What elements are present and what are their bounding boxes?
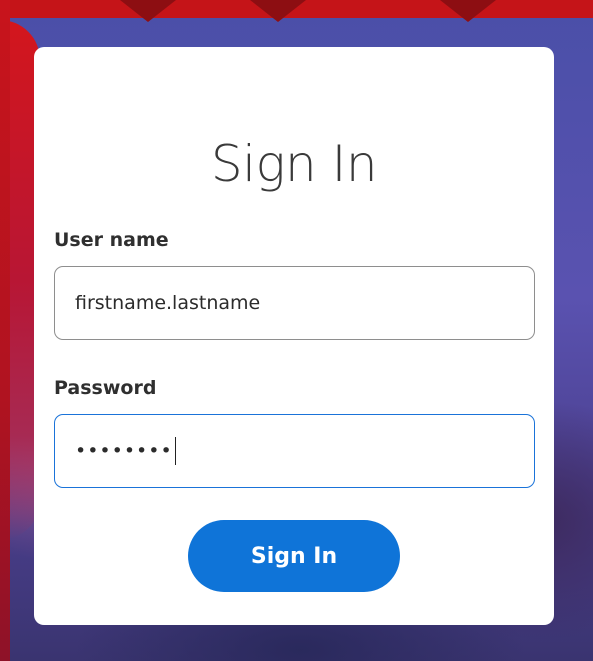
background-red-edge-left bbox=[0, 0, 10, 661]
background-red-notch bbox=[250, 0, 306, 22]
background-red-notch bbox=[120, 0, 176, 22]
password-label: Password bbox=[54, 377, 157, 399]
background-red-notch bbox=[440, 0, 496, 22]
page-title: Sign In bbox=[210, 135, 378, 193]
sign-in-card: Sign In User name firstname.lastname Pas… bbox=[34, 47, 554, 625]
password-field[interactable]: •••••••• bbox=[54, 414, 535, 488]
username-field[interactable]: firstname.lastname bbox=[54, 266, 535, 340]
password-masked-value: •••••••• bbox=[75, 440, 173, 462]
sign-in-button[interactable]: Sign In bbox=[188, 520, 400, 592]
username-label: User name bbox=[54, 229, 169, 251]
username-value: firstname.lastname bbox=[75, 292, 261, 314]
text-caret bbox=[174, 437, 177, 465]
